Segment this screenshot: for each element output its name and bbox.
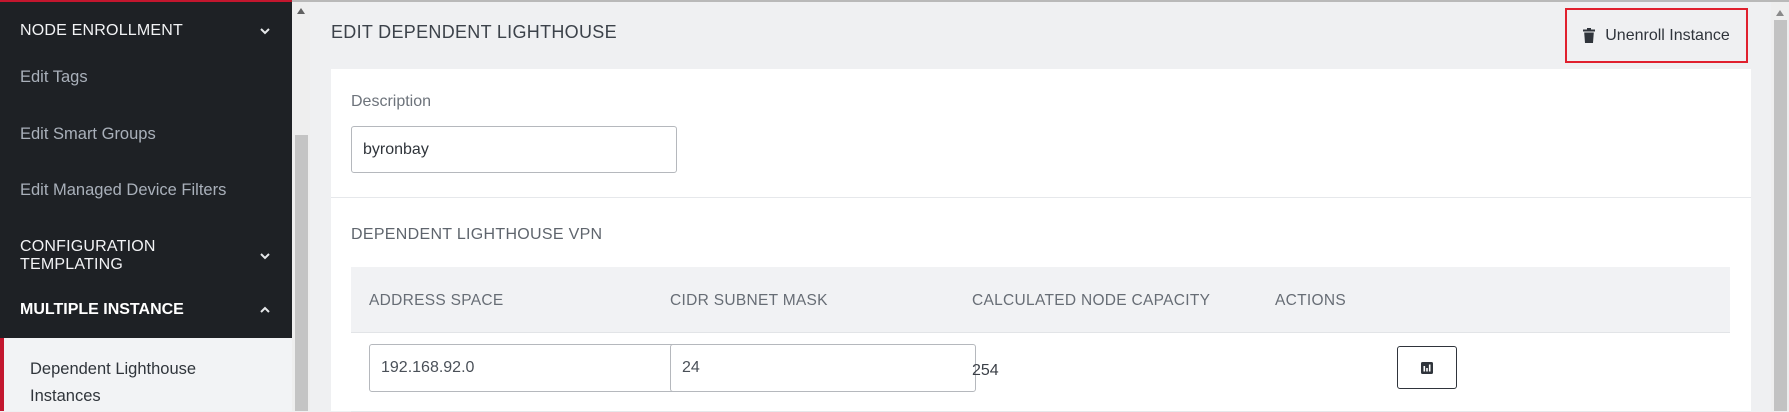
column-header-address-space: ADDRESS SPACE (369, 292, 504, 309)
node-capacity-value: 254 (972, 362, 999, 379)
sidebar-subitem-label: Dependent Lighthouse Instances (30, 360, 197, 405)
sidebar-item-edit-tags[interactable]: Edit Tags (0, 49, 292, 106)
scrollbar-thumb[interactable] (295, 135, 308, 411)
sidebar-item-label: Edit Smart Groups (20, 125, 156, 143)
description-label: Description (351, 93, 432, 110)
unenroll-label: Unenroll Instance (1605, 26, 1730, 44)
cidr-subnet-mask-input[interactable] (670, 344, 976, 392)
trash-icon (1583, 28, 1596, 43)
column-header-actions: ACTIONS (1275, 292, 1346, 309)
vpn-table-header: ADDRESS SPACE CIDR SUBNET MASK CALCULATE… (351, 267, 1730, 333)
table-row: 254 (351, 333, 1730, 412)
sidebar-item-multiple-instance[interactable]: MULTIPLE INSTANCE (0, 281, 292, 338)
chart-icon (1421, 361, 1433, 374)
sidebar-item-edit-managed-device-filters[interactable]: Edit Managed Device Filters (0, 162, 292, 219)
address-space-input[interactable] (369, 344, 675, 392)
sidebar-item-label: Edit Tags (20, 68, 88, 86)
sidebar-item-edit-smart-groups[interactable]: Edit Smart Groups (0, 106, 292, 163)
column-header-node-capacity: CALCULATED NODE CAPACITY (972, 292, 1211, 309)
unenroll-instance-button[interactable]: Unenroll Instance (1565, 8, 1748, 63)
scrollbar-thumb[interactable] (1774, 20, 1787, 411)
sidebar-scrollbar[interactable] (292, 2, 310, 411)
sidebar: NODE ENROLLMENT Edit Tags Edit Smart Gro… (0, 2, 292, 411)
chevron-up-icon (258, 303, 272, 317)
sidebar-item-label: CONFIGURATION TEMPLATING (20, 237, 156, 273)
sidebar-subitem-dependent-lighthouse-instances[interactable]: Dependent Lighthouse Instances (0, 338, 292, 411)
page-title: EDIT DEPENDENT LIGHTHOUSE (331, 22, 617, 42)
scroll-up-arrow-icon[interactable] (1776, 10, 1784, 16)
sidebar-item-configuration-templating[interactable]: CONFIGURATION TEMPLATING (0, 227, 292, 284)
page-scrollbar[interactable] (1771, 2, 1789, 411)
column-header-cidr-subnet-mask: CIDR SUBNET MASK (670, 292, 828, 309)
vpn-section-title: DEPENDENT LIGHTHOUSE VPN (351, 226, 603, 243)
section-divider (331, 197, 1751, 198)
sidebar-item-label: MULTIPLE INSTANCE (20, 300, 184, 318)
sidebar-item-label: NODE ENROLLMENT (20, 21, 184, 39)
chevron-down-icon (258, 249, 272, 263)
scroll-up-arrow-icon[interactable] (297, 8, 305, 14)
description-input[interactable] (351, 126, 677, 173)
edit-lighthouse-card: Description DEPENDENT LIGHTHOUSE VPN ADD… (331, 69, 1751, 412)
sidebar-item-label: Edit Managed Device Filters (20, 181, 227, 199)
capacity-chart-button[interactable] (1397, 346, 1457, 389)
chevron-down-icon (258, 24, 272, 38)
